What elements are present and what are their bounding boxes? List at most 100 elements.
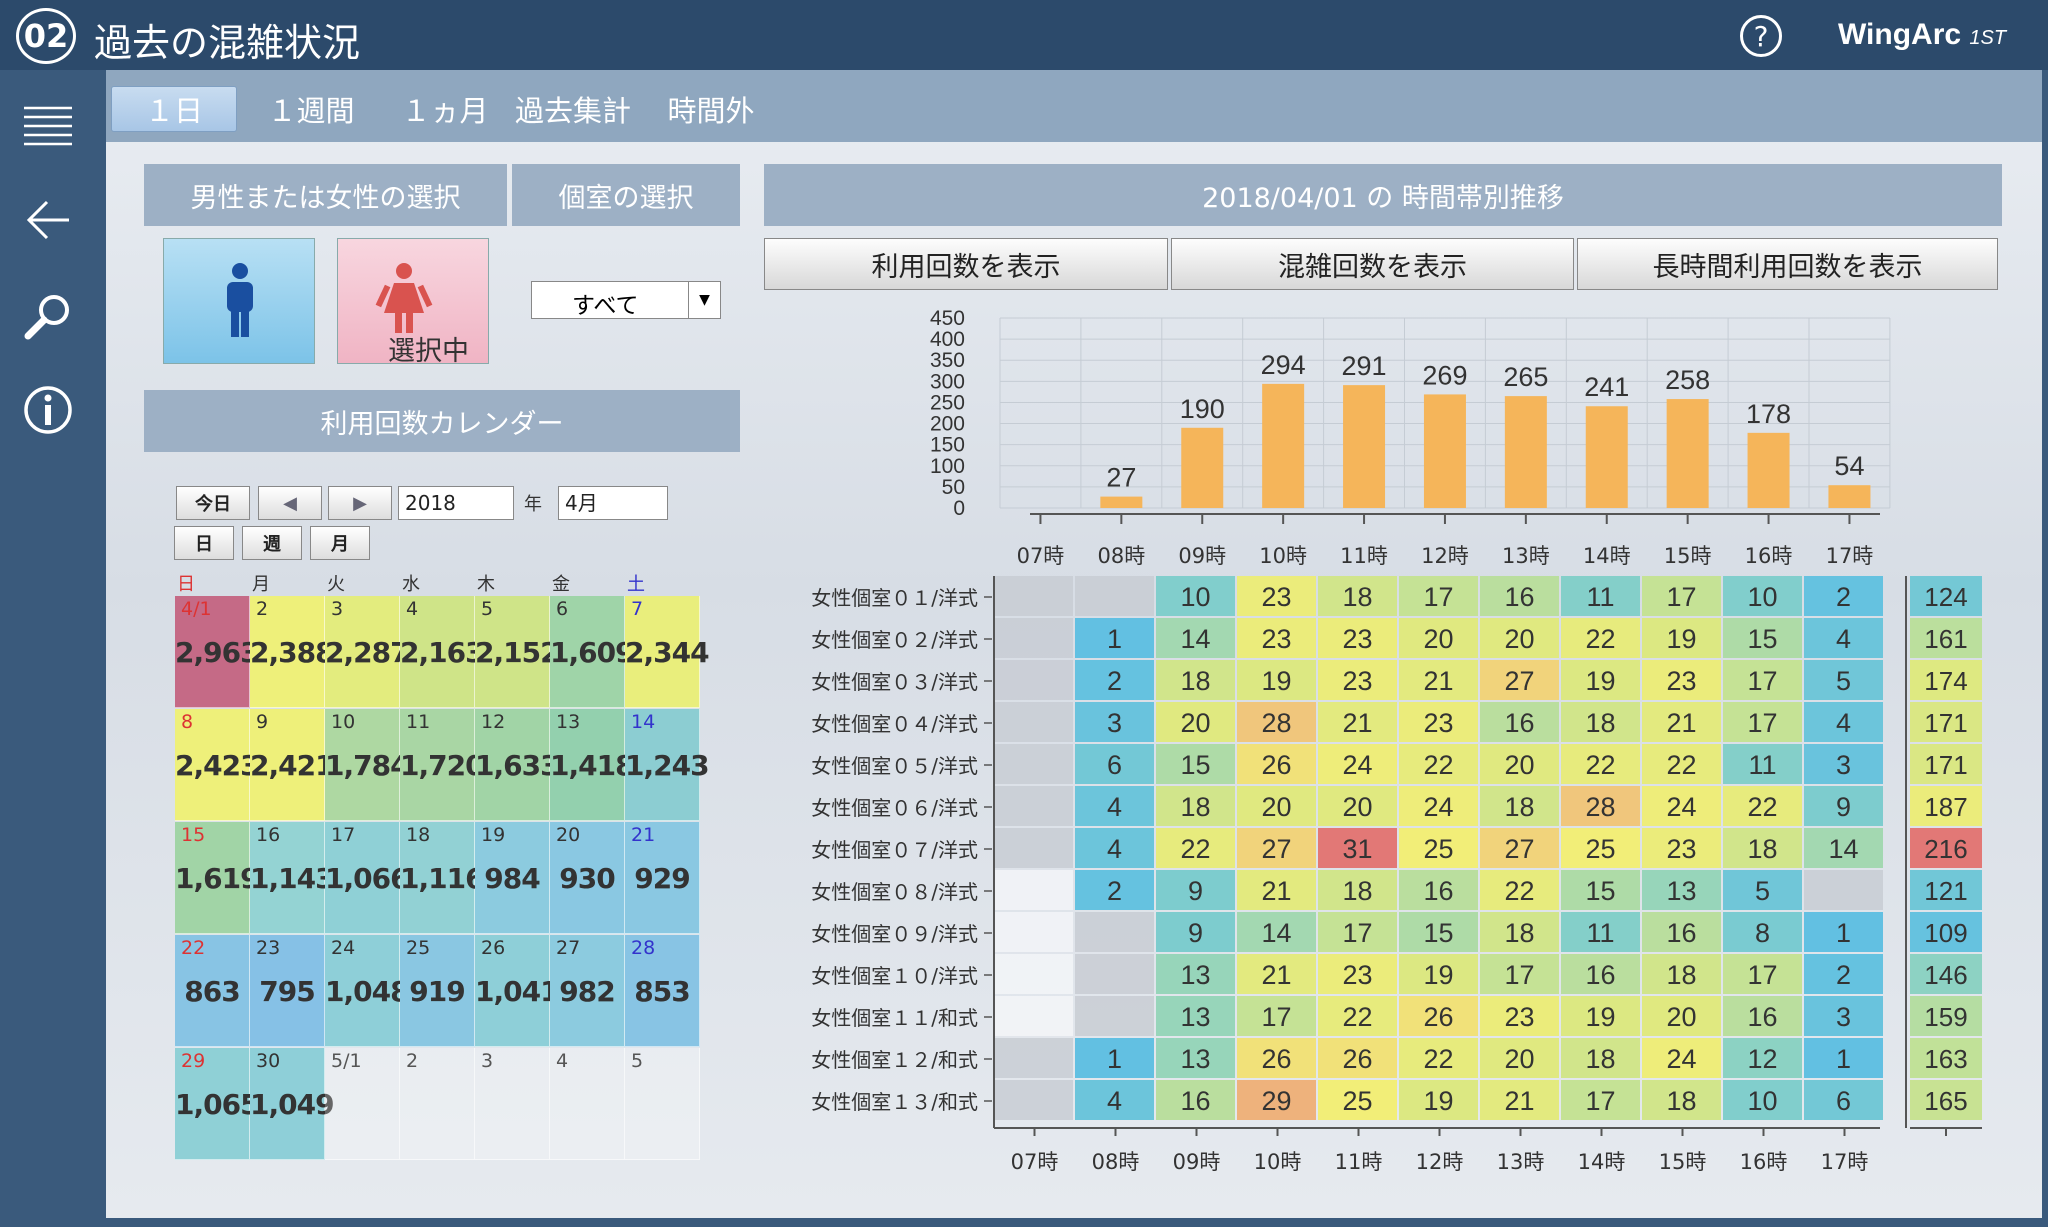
heatmap-cell-value: 20	[1666, 1002, 1696, 1032]
heatmap-cell-value: 9	[1188, 876, 1203, 906]
heatmap-cell-value: 10	[1747, 582, 1777, 612]
heatmap-cell-value: 24	[1342, 750, 1372, 780]
heatmap-row-label: 女性個室０７/洋式	[811, 838, 978, 862]
heatmap-cell-value: 23	[1261, 624, 1291, 654]
heatmap-cell-value: 4	[1107, 1086, 1122, 1116]
heatmap-cell-value: 17	[1504, 960, 1534, 990]
y-tick-label: 0	[953, 497, 965, 520]
heatmap-cell-value: 21	[1342, 708, 1372, 738]
y-tick-label: 450	[930, 307, 965, 330]
heatmap-cell-value: 17	[1747, 666, 1777, 696]
heatmap-cell-value: 31	[1342, 834, 1372, 864]
heatmap-cell-value: 16	[1180, 1086, 1210, 1116]
heatmap-cell-value: 23	[1342, 666, 1372, 696]
heatmap-cell-value: 9	[1836, 792, 1851, 822]
heatmap-cell-value: 19	[1585, 1002, 1615, 1032]
heatmap-cell-value: 4	[1836, 708, 1851, 738]
chart-bar	[1100, 496, 1143, 508]
heatmap-cell-value: 21	[1423, 666, 1453, 696]
heatmap-cell-value: 20	[1423, 624, 1453, 654]
chart-bar	[1666, 399, 1709, 508]
heatmap-total-value: 216	[1924, 834, 1967, 864]
heatmap-row-label: 女性個室１３/和式	[811, 1090, 978, 1114]
heatmap-hour-label: 16時	[1740, 1150, 1788, 1174]
heatmap-cell-value: 17	[1666, 582, 1696, 612]
heatmap-cell-value: 18	[1180, 666, 1210, 696]
heatmap-hour-label: 07時	[1011, 1150, 1059, 1174]
heatmap-cell-value: 23	[1504, 1002, 1534, 1032]
heatmap-row-label: 女性個室０９/洋式	[811, 922, 978, 946]
chart-bar	[1423, 394, 1466, 508]
heatmap-row-label: 女性個室０１/洋式	[811, 586, 978, 610]
chart-bar	[1585, 406, 1628, 508]
heatmap-cell-value: 23	[1666, 666, 1696, 696]
heatmap-cell-value: 18	[1585, 708, 1615, 738]
bar-value-label: 241	[1584, 372, 1629, 402]
heatmap-cell-value: 11	[1748, 750, 1776, 780]
heatmap-cell-value: 11	[1586, 582, 1614, 612]
heatmap-cell-value: 22	[1747, 792, 1777, 822]
x-category-label: 16時	[1745, 544, 1793, 568]
heatmap-cell-value: 15	[1585, 876, 1615, 906]
heatmap-cell-value: 1	[1836, 918, 1851, 948]
heatmap-cell-value: 13	[1180, 1002, 1210, 1032]
bar-value-label: 294	[1261, 350, 1306, 380]
heatmap-cell	[994, 870, 1073, 910]
heatmap-cell-value: 20	[1342, 792, 1372, 822]
heatmap-cell-value: 22	[1423, 750, 1453, 780]
heatmap-cell-value: 22	[1504, 876, 1534, 906]
heatmap-hour-label: 13時	[1497, 1150, 1545, 1174]
heatmap-cell-value: 23	[1342, 624, 1372, 654]
heatmap-cell-value: 19	[1423, 960, 1453, 990]
heatmap-cell-value: 18	[1504, 792, 1534, 822]
heatmap-cell-value: 2	[1836, 582, 1851, 612]
y-tick-label: 350	[930, 349, 965, 372]
heatmap-cell	[1075, 996, 1154, 1036]
heatmap-cell-value: 10	[1747, 1086, 1777, 1116]
heatmap-cell	[994, 996, 1073, 1036]
heatmap-total-value: 165	[1924, 1086, 1967, 1116]
heatmap-row-label: 女性個室０５/洋式	[811, 754, 978, 778]
heatmap-cell-value: 18	[1585, 1044, 1615, 1074]
heatmap-cell	[994, 1080, 1073, 1120]
heatmap-cell-value: 18	[1504, 918, 1534, 948]
heatmap-cell-value: 4	[1107, 834, 1122, 864]
bar-value-label: 27	[1106, 463, 1136, 493]
heatmap-hour-label: 17時	[1821, 1150, 1869, 1174]
heatmap-cell-value: 22	[1585, 750, 1615, 780]
heatmap-hour-label: 12時	[1416, 1150, 1464, 1174]
bar-value-label: 178	[1746, 399, 1791, 429]
heatmap-cell-value: 1	[1107, 624, 1122, 654]
heatmap-row-label: 女性個室０４/洋式	[811, 712, 978, 736]
heatmap-cell-value: 26	[1261, 750, 1291, 780]
heatmap-cell-value: 17	[1747, 708, 1777, 738]
heatmap-total-value: 171	[1924, 708, 1967, 738]
heatmap-cell-value: 18	[1666, 960, 1696, 990]
heatmap-hour-label: 14時	[1578, 1150, 1626, 1174]
heatmap-total-value: 161	[1924, 624, 1967, 654]
heatmap-cell-value: 14	[1828, 834, 1858, 864]
chart-bar	[1504, 396, 1547, 508]
heatmap-cell-value: 27	[1261, 834, 1291, 864]
heatmap-cell-value: 20	[1261, 792, 1291, 822]
heatmap-cell-value: 22	[1423, 1044, 1453, 1074]
heatmap-cell-value: 15	[1180, 750, 1210, 780]
heatmap-cell-value: 19	[1666, 624, 1696, 654]
heatmap-cell-value: 23	[1342, 960, 1372, 990]
heatmap-cell-value: 21	[1666, 708, 1696, 738]
y-tick-label: 400	[930, 328, 965, 351]
heatmap-cell-value: 15	[1423, 918, 1453, 948]
heatmap-cell-value: 3	[1107, 708, 1122, 738]
heatmap-cell-value: 17	[1585, 1086, 1615, 1116]
heatmap-cell-value: 25	[1585, 834, 1615, 864]
heatmap-hour-label: 15時	[1659, 1150, 1707, 1174]
heatmap-row-label: 女性個室０２/洋式	[811, 628, 978, 652]
heatmap-cell-value: 18	[1342, 582, 1372, 612]
heatmap-cell-value: 22	[1666, 750, 1696, 780]
bar-value-label: 291	[1342, 351, 1387, 381]
heatmap-hour-label: 09時	[1173, 1150, 1221, 1174]
heatmap-cell-value: 21	[1504, 1086, 1534, 1116]
heatmap-cell	[994, 954, 1073, 994]
heatmap-cell-value: 9	[1188, 918, 1203, 948]
heatmap-cell	[994, 786, 1073, 826]
